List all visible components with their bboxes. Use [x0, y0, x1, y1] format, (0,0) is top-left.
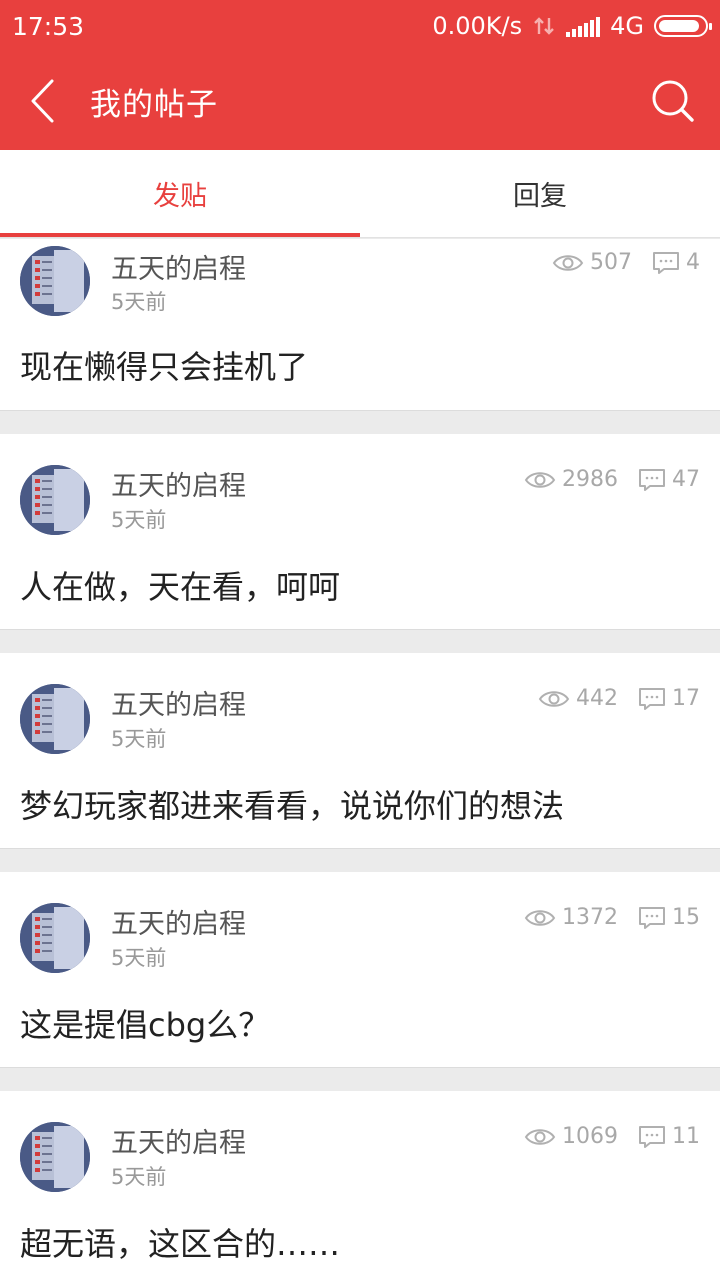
- avatar[interactable]: [20, 246, 90, 316]
- avatar-image: [20, 684, 90, 754]
- view-count: 1372: [524, 905, 618, 930]
- avatar-image: [20, 1122, 90, 1192]
- tab-replies[interactable]: 回复: [360, 150, 720, 237]
- chevron-left-icon: [31, 79, 54, 123]
- network-speed: 0.00K/s: [432, 12, 523, 40]
- post-card[interactable]: 五天的启程 5天前 2986 47 人在做，天在看，呵呵: [0, 434, 720, 630]
- avatar[interactable]: [20, 1122, 90, 1192]
- post-time: 5天前: [111, 508, 167, 532]
- post-stats: 1372 15: [524, 905, 700, 930]
- post-stats: 442 17: [538, 686, 700, 711]
- search-icon: [652, 80, 694, 122]
- post-card[interactable]: 五天的启程 5天前 1372 15 这是提倡cbg么？: [0, 872, 720, 1068]
- search-button[interactable]: [650, 78, 696, 124]
- post-title[interactable]: 现在懒得只会挂机了: [20, 342, 308, 388]
- comment-icon: [639, 687, 665, 710]
- avatar-image: [20, 465, 90, 535]
- battery-icon: [654, 15, 712, 37]
- author-name[interactable]: 五天的启程: [111, 1121, 246, 1160]
- comment-count: 47: [638, 467, 700, 492]
- eye-icon: [552, 254, 584, 271]
- post-card[interactable]: 五天的启程 5天前 442 17 梦幻玩家都进来看看，说说你们的想法: [0, 653, 720, 849]
- author-name[interactable]: 五天的启程: [111, 247, 246, 286]
- post-stats: 507 4: [552, 250, 700, 275]
- comment-count: 4: [652, 250, 700, 275]
- comment-count: 11: [638, 1124, 700, 1149]
- view-count: 507: [552, 250, 632, 275]
- view-count-value: 1069: [562, 1124, 618, 1149]
- comment-icon: [639, 906, 665, 929]
- eye-icon: [524, 1128, 556, 1145]
- post-stats: 2986 47: [524, 467, 700, 492]
- post-card[interactable]: 五天的启程 5天前 1069 11 超无语，这区合的……: [0, 1091, 720, 1280]
- page-title: 我的帖子: [90, 86, 218, 123]
- post-title[interactable]: 超无语，这区合的……: [20, 1219, 340, 1265]
- avatar[interactable]: [20, 684, 90, 754]
- back-button[interactable]: [0, 52, 84, 150]
- status-bar: 17:53 0.00K/s 4G: [0, 0, 720, 52]
- avatar-image: [20, 903, 90, 973]
- status-indicators: 0.00K/s 4G: [432, 12, 712, 40]
- comment-count-value: 4: [686, 250, 700, 275]
- eye-icon: [538, 690, 570, 707]
- post-title[interactable]: 梦幻玩家都进来看看，说说你们的想法: [20, 781, 564, 827]
- post-time: 5天前: [111, 946, 167, 970]
- comment-count: 15: [638, 905, 700, 930]
- comment-count-value: 11: [672, 1124, 700, 1149]
- post-time: 5天前: [111, 290, 167, 314]
- view-count-value: 507: [590, 250, 632, 275]
- view-count-value: 2986: [562, 467, 618, 492]
- post-list: 五天的启程 5天前 507 4 现在懒得只会挂机了 五天的启程 5天前 2986…: [0, 239, 720, 1280]
- post-card[interactable]: 五天的启程 5天前 507 4 现在懒得只会挂机了: [0, 239, 720, 411]
- avatar[interactable]: [20, 465, 90, 535]
- comment-icon: [653, 251, 679, 274]
- author-name[interactable]: 五天的启程: [111, 464, 246, 503]
- author-name[interactable]: 五天的启程: [111, 902, 246, 941]
- eye-icon: [524, 471, 556, 488]
- data-transfer-icon: [534, 17, 554, 35]
- view-count: 2986: [524, 467, 618, 492]
- comment-icon: [639, 1125, 665, 1148]
- comment-icon: [639, 468, 665, 491]
- comment-count: 17: [638, 686, 700, 711]
- signal-strength-icon: [566, 15, 601, 37]
- comment-count-value: 47: [672, 467, 700, 492]
- post-title[interactable]: 人在做，天在看，呵呵: [20, 562, 340, 608]
- network-type: 4G: [610, 12, 644, 40]
- view-count: 442: [538, 686, 618, 711]
- view-count-value: 1372: [562, 905, 618, 930]
- author-name[interactable]: 五天的启程: [111, 683, 246, 722]
- battery-level-fill: [659, 20, 699, 32]
- eye-icon: [524, 909, 556, 926]
- view-count: 1069: [524, 1124, 618, 1149]
- app-header: 我的帖子: [0, 52, 720, 150]
- tab-posts[interactable]: 发贴: [0, 150, 360, 237]
- post-title[interactable]: 这是提倡cbg么？: [20, 1000, 270, 1046]
- avatar[interactable]: [20, 903, 90, 973]
- comment-count-value: 17: [672, 686, 700, 711]
- post-stats: 1069 11: [524, 1124, 700, 1149]
- post-time: 5天前: [111, 727, 167, 751]
- comment-count-value: 15: [672, 905, 700, 930]
- avatar-image: [20, 246, 90, 316]
- view-count-value: 442: [576, 686, 618, 711]
- post-time: 5天前: [111, 1165, 167, 1189]
- tab-bar: 发贴 回复: [0, 150, 720, 238]
- status-time: 17:53: [12, 11, 85, 41]
- phone-screen: 17:53 0.00K/s 4G 我的帖子 发贴 回复 五天的启程 5天前 50…: [0, 0, 720, 1280]
